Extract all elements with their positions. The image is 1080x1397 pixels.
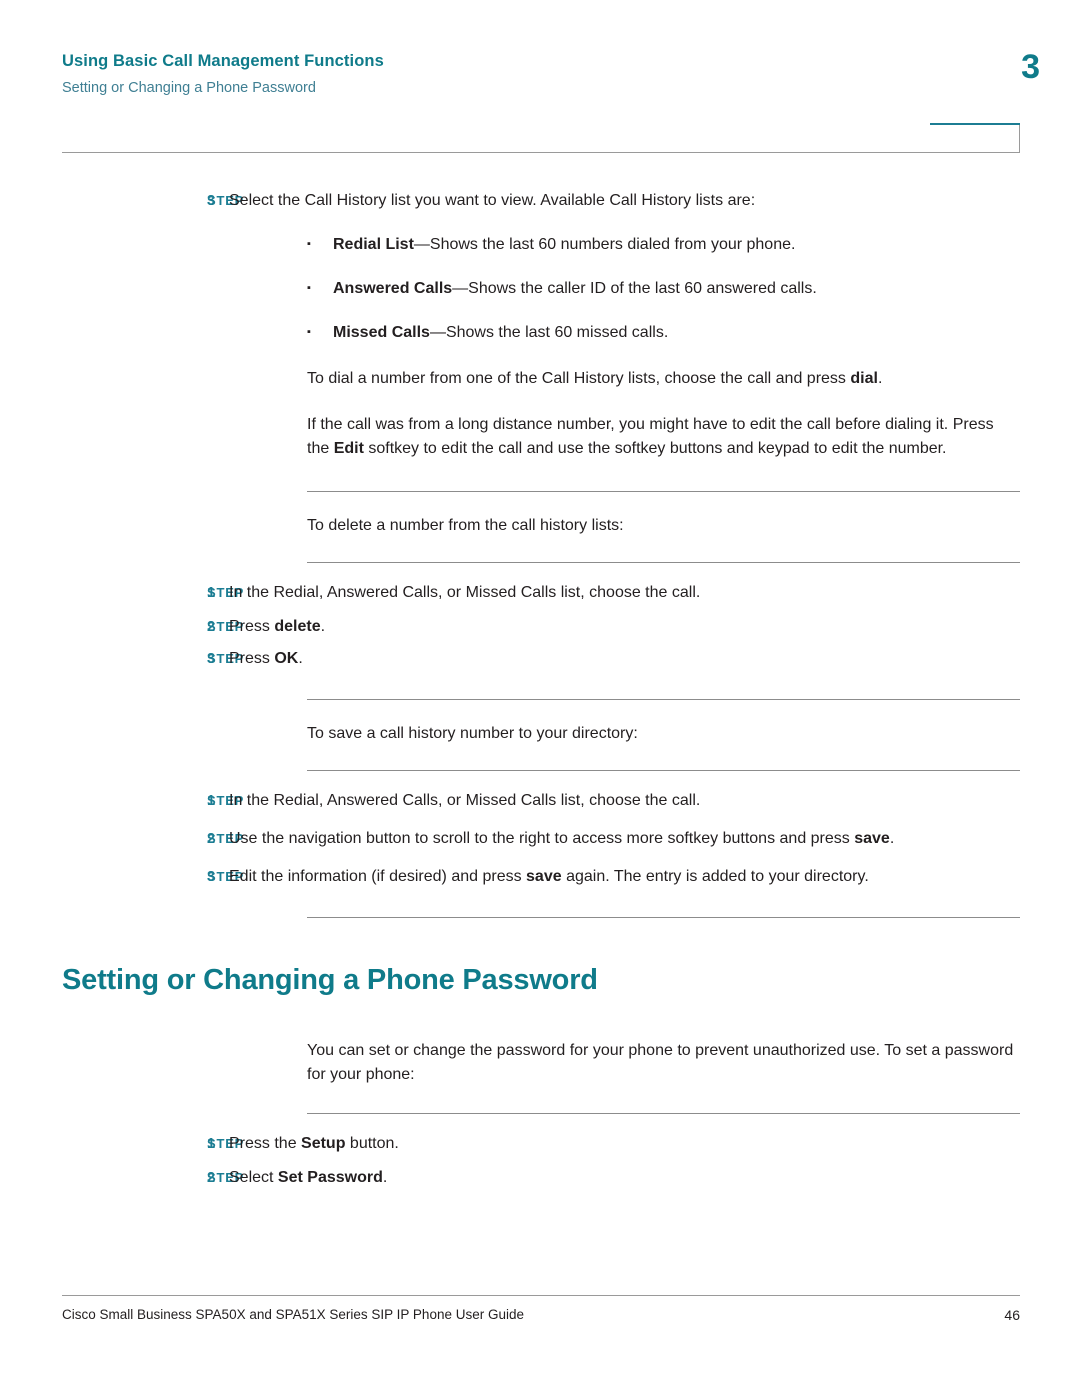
footer-page-number: 46 — [1004, 1307, 1020, 1323]
step-text: Select Set Password. — [229, 1166, 1020, 1190]
step-number: 1 — [207, 793, 216, 809]
softkey-ok: OK — [274, 650, 299, 667]
bullet-icon: ▪ — [307, 282, 311, 294]
list-item-text: Missed Calls—Shows the last 60 missed ca… — [333, 321, 1020, 345]
step-label: STEP — [207, 1170, 245, 1185]
softkey-edit: Edit — [333, 440, 364, 457]
step-label: STEP — [207, 793, 245, 808]
step-number: 3 — [207, 651, 216, 667]
step-text: Press OK. — [229, 647, 1020, 671]
softkey-dial: dial — [850, 370, 878, 387]
step-label: STEP — [207, 869, 245, 884]
list-item-desc: —Shows the caller ID of the last 60 answ… — [452, 280, 817, 297]
menu-item-set-password: Set Password — [277, 1169, 383, 1186]
step-text: Press the Setup button. — [229, 1132, 1020, 1156]
step-number: 1 — [207, 1136, 216, 1152]
list-item: ▪ Missed Calls—Shows the last 60 missed … — [62, 321, 1020, 345]
footer-document-title: Cisco Small Business SPA50X and SPA51X S… — [62, 1307, 524, 1322]
step-label: STEP — [207, 585, 245, 600]
step-label: STEP — [207, 619, 245, 634]
step-label: STEP — [207, 1136, 245, 1151]
step-text-pre: Press — [229, 618, 275, 635]
paragraph-delete-intro: To delete a number from the call history… — [307, 517, 624, 534]
step-text-post: . — [298, 650, 303, 667]
step-row: STEP 2 Press delete. — [62, 615, 1020, 639]
button-setup: Setup — [301, 1135, 346, 1152]
list-item: ▪ Redial List—Shows the last 60 numbers … — [62, 233, 1020, 257]
list-item-desc: —Shows the last 60 missed calls. — [429, 324, 669, 341]
paragraph-password-intro: You can set or change the password for y… — [307, 1042, 1014, 1083]
step-row: STEP 3 Edit the information (if desired)… — [62, 865, 1020, 889]
softkey-delete: delete — [274, 618, 321, 635]
page-header: Using Basic Call Management Functions Se… — [62, 52, 1018, 96]
softkey-save: save — [526, 868, 562, 885]
bullet-icon: ▪ — [307, 326, 311, 338]
step-row: STEP 2 Select Set Password. — [62, 1166, 1020, 1190]
header-chapter-title: Using Basic Call Management Functions — [62, 52, 384, 70]
header-section-subtitle: Setting or Changing a Phone Password — [62, 80, 316, 96]
paragraph-dial-post: . — [877, 370, 883, 387]
step-number: 3 — [207, 193, 216, 209]
step-number: 2 — [207, 1170, 216, 1186]
footer-divider — [62, 1295, 1020, 1296]
page-content: STEP 3 Select the Call History list you … — [62, 175, 1020, 1190]
step-text: In the Redial, Answered Calls, or Missed… — [229, 792, 701, 809]
step-row: STEP 1 In the Redial, Answered Calls, or… — [62, 789, 1020, 813]
step-text-pre: Press the — [229, 1135, 302, 1152]
paragraph-save-intro: To save a call history number to your di… — [307, 725, 638, 742]
step-row: STEP 3 Select the Call History list you … — [62, 189, 1020, 213]
bullet-icon: ▪ — [307, 238, 311, 250]
paragraph-edit: If the call was from a long distance num… — [62, 413, 1020, 461]
section-divider — [307, 491, 1020, 492]
paragraph-dial-pre: To dial a number from one of the Call Hi… — [307, 370, 851, 387]
step-text-pre: Edit the information (if desired) and pr… — [229, 868, 527, 885]
list-item-desc: —Shows the last 60 numbers dialed from y… — [413, 236, 796, 253]
step-text: Edit the information (if desired) and pr… — [229, 865, 1020, 889]
section-divider — [307, 562, 1020, 563]
section-divider — [307, 1113, 1020, 1114]
list-item-text: Answered Calls—Shows the caller ID of th… — [333, 277, 1020, 301]
section-divider — [307, 770, 1020, 771]
step-text: Press delete. — [229, 615, 1020, 639]
step-text: In the Redial, Answered Calls, or Missed… — [229, 584, 701, 601]
section-divider — [307, 699, 1020, 700]
chapter-number: 3 — [1021, 48, 1040, 86]
list-item-term: Redial List — [333, 236, 414, 253]
step-text-post: again. The entry is added to your direct… — [561, 868, 869, 885]
paragraph-edit-post: softkey to edit the call and use the sof… — [363, 440, 947, 457]
page-footer: Cisco Small Business SPA50X and SPA51X S… — [62, 1307, 1020, 1323]
step-row: STEP 3 Press OK. — [62, 647, 1020, 671]
step-text: Use the navigation button to scroll to t… — [229, 827, 1020, 851]
list-item: ▪ Answered Calls—Shows the caller ID of … — [62, 277, 1020, 301]
step-text-post: . — [382, 1169, 388, 1186]
step-label: STEP — [207, 651, 245, 666]
step-number: 2 — [207, 831, 216, 847]
step-row: STEP 1 Press the Setup button. — [62, 1132, 1020, 1156]
list-item-term: Missed Calls — [333, 324, 430, 341]
step-text-pre: Select — [229, 1169, 278, 1186]
header-accent-rule — [930, 123, 1020, 125]
step-number: 3 — [207, 869, 216, 885]
step-number: 2 — [207, 619, 216, 635]
list-item-term: Answered Calls — [333, 280, 453, 297]
header-divider — [62, 152, 1020, 153]
step-row: STEP 1 In the Redial, Answered Calls, or… — [62, 581, 1020, 605]
step-text-pre: Use the navigation button to scroll to t… — [229, 830, 855, 847]
step-text-pre: Press — [229, 650, 275, 667]
list-item-text: Redial List—Shows the last 60 numbers di… — [333, 233, 1020, 257]
step-text-post: . — [320, 618, 326, 635]
paragraph-dial: To dial a number from one of the Call Hi… — [62, 367, 1020, 391]
step-label: STEP — [207, 193, 245, 208]
header-right-box — [930, 123, 1020, 153]
step-number: 1 — [207, 585, 216, 601]
softkey-save: save — [854, 830, 890, 847]
section-divider — [307, 917, 1020, 918]
step-text: Select the Call History list you want to… — [229, 192, 756, 209]
page-title: Setting or Changing a Phone Password — [62, 964, 598, 996]
step-row: STEP 2 Use the navigation button to scro… — [62, 827, 1020, 851]
step-text-post: button. — [345, 1135, 399, 1152]
step-label: STEP — [207, 831, 245, 846]
step-text-post: . — [889, 830, 895, 847]
document-page: Using Basic Call Management Functions Se… — [0, 0, 1080, 1397]
